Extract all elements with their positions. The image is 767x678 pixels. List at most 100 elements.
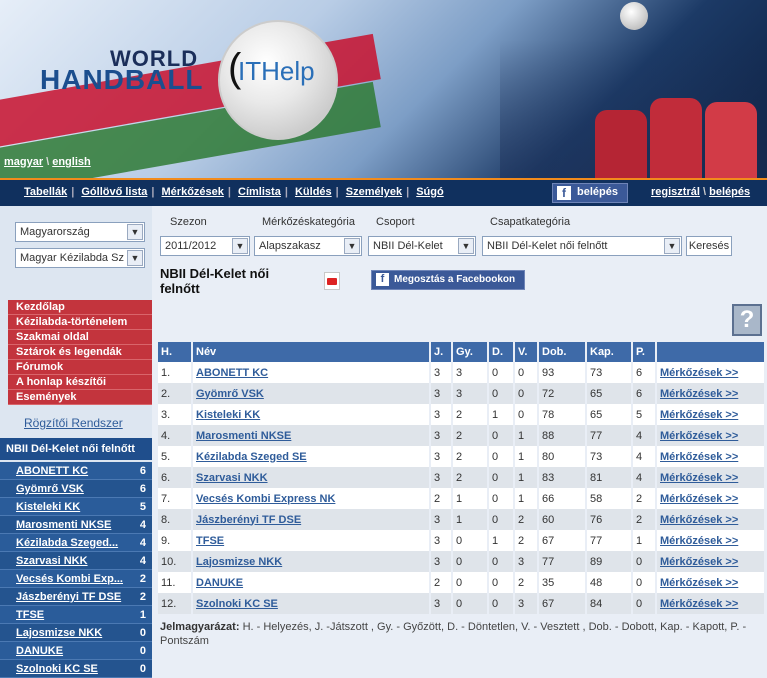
matches-link[interactable]: Mérkőzések >>: [660, 535, 738, 547]
team-name-link[interactable]: Kézilabda Szeged SE: [196, 451, 307, 463]
cell-draw: 0: [488, 467, 515, 488]
menu-item-sztarok[interactable]: Sztárok és legendák: [8, 345, 152, 360]
league-row[interactable]: Szolnoki KC SE 0: [0, 660, 152, 678]
matches-link[interactable]: Mérkőzések >>: [660, 514, 738, 526]
facebook-share-button[interactable]: f Megosztás a Facebookon: [371, 270, 525, 290]
rogzito-rendszer-link[interactable]: Rögzítői Rendszer: [24, 416, 123, 430]
cell-position: 3.: [158, 404, 193, 425]
cell-lost: 0: [514, 362, 539, 383]
league-team-link[interactable]: Kisteleki KK: [16, 501, 80, 513]
nav-merkozesek[interactable]: Mérkőzések: [162, 186, 224, 198]
cell-conceded: 84: [586, 593, 633, 614]
matches-link[interactable]: Mérkőzések >>: [660, 388, 738, 400]
nav-szemelyek[interactable]: Személyek: [346, 186, 402, 198]
help-icon[interactable]: ?: [732, 304, 762, 336]
league-row[interactable]: Marosmenti NKSE 4: [0, 516, 152, 534]
team-name-link[interactable]: TFSE: [196, 535, 224, 547]
cell-conceded: 73: [586, 362, 633, 383]
category-select[interactable]: Alapszakasz ▼: [254, 236, 362, 256]
league-team-link[interactable]: Jászberényi TF DSE: [16, 591, 121, 603]
menu-item-keszitok[interactable]: A honlap készítői: [8, 375, 152, 390]
pdf-icon[interactable]: [324, 272, 340, 290]
league-team-link[interactable]: TFSE: [16, 609, 44, 621]
menu-item-szakmai[interactable]: Szakmai oldal: [8, 330, 152, 345]
league-team-link[interactable]: Vecsés Kombi Exp...: [16, 573, 123, 585]
league-row[interactable]: DANUKE 0: [0, 642, 152, 660]
team-name-link[interactable]: Szarvasi NKK: [196, 472, 268, 484]
cell-conceded: 77: [586, 425, 633, 446]
league-team-link[interactable]: DANUKE: [16, 645, 63, 657]
menu-item-kezdolap[interactable]: Kezdőlap: [8, 300, 152, 315]
lang-english-link[interactable]: english: [52, 156, 91, 168]
login-link[interactable]: belépés: [709, 186, 750, 198]
matches-link[interactable]: Mérkőzések >>: [660, 451, 738, 463]
league-team-link[interactable]: Lajosmizse NKK: [16, 627, 102, 639]
league-row[interactable]: Kézilabda Szeged... 4: [0, 534, 152, 552]
league-row[interactable]: Szarvasi NKK 4: [0, 552, 152, 570]
nav-gollovo-lista[interactable]: Góllövő lista: [81, 186, 147, 198]
league-team-link[interactable]: Gyömrő VSK: [16, 483, 84, 495]
register-link[interactable]: regisztrál: [651, 186, 700, 198]
nav-tabellak[interactable]: Tabellák: [24, 186, 67, 198]
cell-points: 4: [632, 425, 657, 446]
cell-scored: 66: [538, 488, 587, 509]
league-row[interactable]: Jászberényi TF DSE 2: [0, 588, 152, 606]
team-name-link[interactable]: Lajosmizse NKK: [196, 556, 282, 568]
league-team-link[interactable]: Marosmenti NKSE: [16, 519, 111, 531]
search-button[interactable]: Keresés: [686, 236, 732, 256]
team-name-link[interactable]: Kisteleki KK: [196, 409, 260, 421]
matches-link[interactable]: Mérkőzések >>: [660, 556, 738, 568]
league-points: 6: [139, 465, 146, 477]
matches-link[interactable]: Mérkőzések >>: [660, 598, 738, 610]
league-row[interactable]: Lajosmizse NKK 0: [0, 624, 152, 642]
league-team-link[interactable]: Szarvasi NKK: [16, 555, 88, 567]
league-row[interactable]: ABONETT KC 6: [0, 462, 152, 480]
nav-cimlista[interactable]: Címlista: [238, 186, 281, 198]
league-team-link[interactable]: Kézilabda Szeged...: [16, 537, 118, 549]
league-row[interactable]: TFSE 1: [0, 606, 152, 624]
league-points: 2: [139, 591, 146, 603]
cell-lost: 3: [514, 593, 539, 614]
menu-item-forumok[interactable]: Fórumok: [8, 360, 152, 375]
league-team-link[interactable]: ABONETT KC: [16, 465, 88, 477]
table-row: 11. DANUKE 2 0 0 2 35 48 0 Mérkőzések >>: [158, 572, 766, 593]
cell-conceded: 58: [586, 488, 633, 509]
season-select[interactable]: 2011/2012 ▼: [160, 236, 250, 256]
matches-link[interactable]: Mérkőzések >>: [660, 493, 738, 505]
lang-hungarian-link[interactable]: magyar: [4, 156, 43, 168]
team-name-link[interactable]: DANUKE: [196, 577, 243, 589]
group-select-value: NBII Dél-Kelet: [373, 240, 443, 252]
cell-lost: 0: [514, 404, 539, 425]
matches-link[interactable]: Mérkőzések >>: [660, 472, 738, 484]
team-name-link[interactable]: Marosmenti NKSE: [196, 430, 291, 442]
nav-sugo[interactable]: Súgó: [416, 186, 444, 198]
team-name-link[interactable]: ABONETT KC: [196, 367, 268, 379]
nav-kuldes[interactable]: Küldés: [295, 186, 332, 198]
matches-link[interactable]: Mérkőzések >>: [660, 367, 738, 379]
league-points: 1: [139, 609, 146, 621]
league-row[interactable]: Vecsés Kombi Exp... 2: [0, 570, 152, 588]
league-team-link[interactable]: Szolnoki KC SE: [16, 663, 98, 675]
col-header-points: P.: [632, 342, 657, 362]
menu-item-tortenelem[interactable]: Kézilabda-történelem: [8, 315, 152, 330]
league-row[interactable]: Kisteleki KK 5: [0, 498, 152, 516]
team-name-link[interactable]: Gyömrő VSK: [196, 388, 264, 400]
logo-handball-text: HANDBALL: [40, 64, 204, 95]
matches-link[interactable]: Mérkőzések >>: [660, 577, 738, 589]
league-row[interactable]: Gyömrő VSK 6: [0, 480, 152, 498]
team-name-link[interactable]: Jászberényi TF DSE: [196, 514, 301, 526]
teamcat-select[interactable]: NBII Dél-Kelet női felnőtt ▼: [482, 236, 682, 256]
matches-link[interactable]: Mérkőzések >>: [660, 409, 738, 421]
federation-select[interactable]: Magyar Kézilabda Sz ▼: [15, 248, 145, 268]
team-name-link[interactable]: Vecsés Kombi Express NK: [196, 493, 335, 505]
facebook-login-button[interactable]: f belépés: [552, 183, 628, 203]
country-select[interactable]: Magyarország ▼: [15, 222, 145, 242]
menu-item-esemenyek[interactable]: Események: [8, 390, 152, 405]
cell-played: 3: [430, 446, 453, 467]
cell-position: 5.: [158, 446, 193, 467]
matches-link[interactable]: Mérkőzések >>: [660, 430, 738, 442]
group-select[interactable]: NBII Dél-Kelet ▼: [368, 236, 476, 256]
cell-points: 4: [632, 446, 657, 467]
cell-scored: 72: [538, 383, 587, 404]
team-name-link[interactable]: Szolnoki KC SE: [196, 598, 278, 610]
